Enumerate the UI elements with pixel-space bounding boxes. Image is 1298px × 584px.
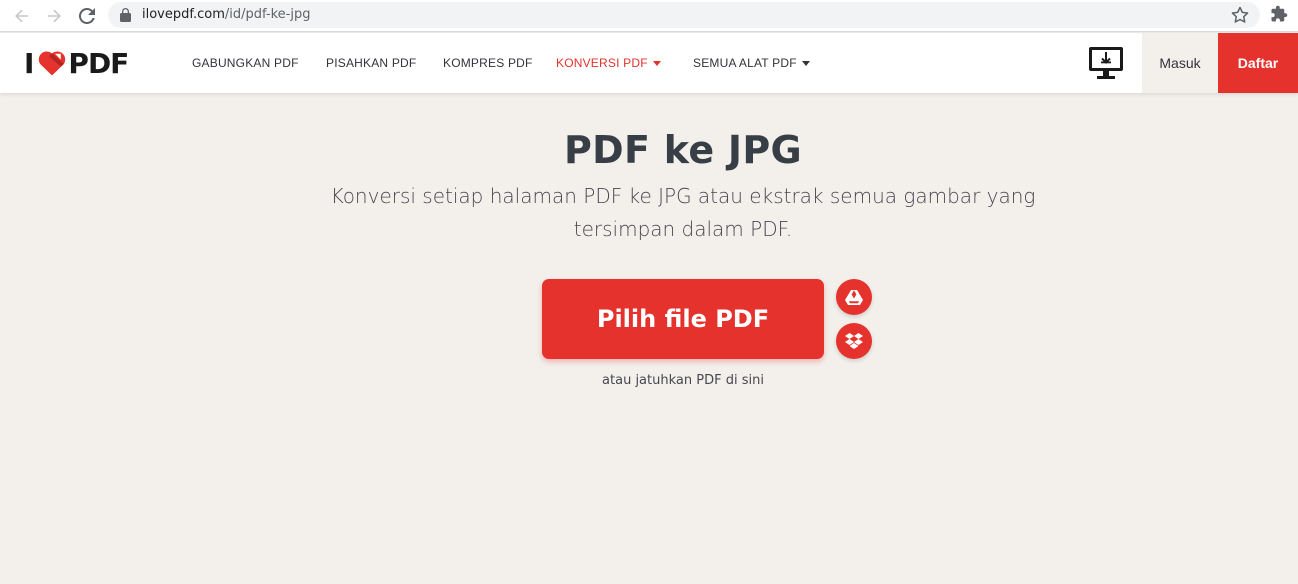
lock-icon [120,8,131,22]
desktop-download-icon[interactable] [1087,45,1125,81]
drop-hint: atau jatuhkan PDF di sini [602,373,764,388]
forward-arrow-icon[interactable] [42,4,66,28]
heart-icon [39,51,66,76]
reload-icon[interactable] [75,4,99,28]
url-text: ilovepdf.com/id/pdf-ke-jpg [142,6,310,24]
back-arrow-icon[interactable] [10,4,34,28]
page-title: PDF ke JPG [563,128,802,172]
menu-konversi-pdf-label: KONVERSI PDF [556,56,648,70]
page-subtitle: Konversi setiap halaman PDF ke JPG atau … [330,184,1036,241]
login-button[interactable]: Masuk [1142,33,1218,93]
url-host: ilovepdf.com [142,7,225,22]
menu-semua-alat-pdf[interactable]: SEMUA ALAT PDF [693,33,810,93]
menu-pisahkan-pdf[interactable]: PISAHKAN PDF [326,33,416,93]
ilovepdf-logo[interactable]: I PDF [24,46,129,80]
menu-gabungkan-pdf[interactable]: GABUNGKAN PDF [192,33,299,93]
dropbox-button[interactable] [836,323,872,359]
menu-semua-alat-pdf-label: SEMUA ALAT PDF [693,56,797,70]
menu-kompres-pdf[interactable]: KOMPRES PDF [443,33,533,93]
site-header: I PDF GABUNGKAN PDF PISAHKAN PDF KOMPRES… [0,33,1298,93]
chevron-down-icon [652,60,661,66]
url-path: /id/pdf-ke-jpg [224,7,311,22]
signup-button[interactable]: Daftar [1218,33,1298,93]
browser-toolbar: ilovepdf.com/id/pdf-ke-jpg [0,0,1298,32]
select-pdf-button[interactable]: Pilih file PDF [542,279,824,359]
google-drive-icon [845,290,863,305]
chevron-down-icon [801,60,810,66]
google-drive-button[interactable] [836,279,872,315]
dropbox-icon [845,333,863,349]
logo-text-pdf: PDF [68,46,129,80]
puzzle-icon[interactable] [1270,5,1288,23]
menu-konversi-pdf[interactable]: KONVERSI PDF [556,33,661,93]
address-bar[interactable]: ilovepdf.com/id/pdf-ke-jpg [108,2,1260,28]
star-icon[interactable] [1231,6,1249,24]
logo-text-i: I [24,46,34,80]
